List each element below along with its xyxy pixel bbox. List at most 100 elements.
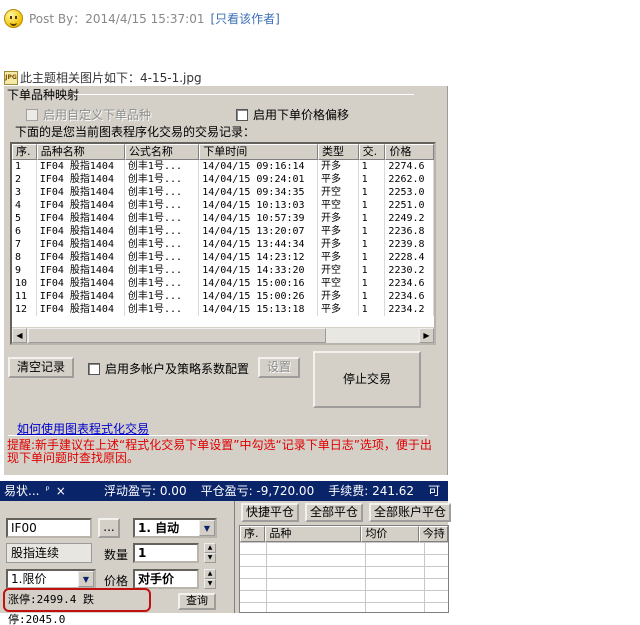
trade-record-cell: 2234.2 — [385, 303, 434, 316]
trade-record-cell: 平空 — [318, 199, 359, 212]
trade-record-row[interactable]: 8 IF04 股指1404 创丰1号... 14/04/15 14:23:12 平多 1 2… — [12, 251, 434, 264]
trade-record-cell: 1 — [359, 186, 386, 199]
price-down-icon[interactable]: ▼ — [204, 579, 216, 589]
trade-record-row[interactable]: 2 IF04 股指1404 创丰1号... 14/04/15 09:24:01 平多 1 2… — [12, 173, 434, 186]
trade-record-cell: 创丰1号... — [125, 303, 200, 316]
trade-record-cell: IF04 股指1404 — [37, 186, 125, 199]
trade-record-cell: 5 — [12, 212, 37, 225]
trade-record-cell: 14/04/15 09:16:14 — [199, 160, 319, 173]
qty-label: 数量 — [104, 548, 129, 562]
price-up-icon[interactable]: ▲ — [204, 569, 216, 579]
price-offset-checkbox-row[interactable]: 启用下单价格偏移 — [236, 106, 349, 123]
positions-column-header[interactable]: 品种 — [265, 526, 362, 542]
positions-column-header[interactable]: 今持 — [418, 526, 448, 542]
column-header[interactable]: 价格 — [385, 144, 434, 160]
trade-record-cell: 2230.2 — [385, 264, 434, 277]
attachment-caption[interactable]: 此主题相关图片如下：4-15-1.jpg — [20, 69, 202, 86]
trade-record-row[interactable]: 5 IF04 股指1404 创丰1号... 14/04/15 10:57:39 开多 1 2… — [12, 212, 434, 225]
trade-record-cell: 2234.6 — [385, 290, 434, 303]
order-type-select[interactable]: 1.限价 ▼ — [6, 569, 96, 589]
help-divider — [8, 435, 428, 436]
multi-account-checkbox-row[interactable]: 启用多帐户及策略系数配置 — [88, 360, 249, 377]
horizontal-scrollbar[interactable]: ◀ ▶ — [12, 327, 434, 343]
close-all-button[interactable]: 全部平仓 — [305, 503, 363, 522]
trade-record-cell: 11 — [12, 290, 37, 303]
column-header[interactable]: 交. — [358, 144, 386, 160]
trade-record-cell: 创丰1号... — [125, 186, 200, 199]
price-input[interactable]: 对手价 — [133, 569, 199, 589]
column-header[interactable]: 下单时间 — [199, 144, 319, 160]
trade-record-cell: 14/04/15 09:24:01 — [199, 173, 319, 186]
trade-record-row[interactable]: 3 IF04 股指1404 创丰1号... 14/04/15 09:34:35 开空 1 2… — [12, 186, 434, 199]
trade-record-cell: IF04 股指1404 — [37, 238, 125, 251]
trade-record-row[interactable]: 7 IF04 股指1404 创丰1号... 14/04/15 13:44:34 开多 1 2… — [12, 238, 434, 251]
chevron-down-icon[interactable]: ▼ — [199, 520, 215, 536]
trade-record-cell: 开多 — [318, 290, 359, 303]
trade-record-cell: 14/04/15 15:00:16 — [199, 277, 319, 290]
settings-button[interactable]: 设置 — [258, 357, 300, 378]
trade-record-cell: 1 — [359, 212, 386, 225]
column-header[interactable]: 公式名称 — [124, 144, 200, 160]
trade-record-cell: IF04 股指1404 — [37, 264, 125, 277]
browse-symbol-button[interactable]: ... — [98, 518, 120, 538]
trade-record-row[interactable]: 9 IF04 股指1404 创丰1号... 14/04/15 14:33:20 开空 1 2… — [12, 264, 434, 277]
column-header[interactable]: 类型 — [318, 144, 359, 160]
multi-account-checkbox[interactable] — [88, 362, 100, 375]
trade-record-row[interactable]: 4 IF04 股指1404 创丰1号... 14/04/15 10:13:03 平空 1 2… — [12, 199, 434, 212]
column-header[interactable]: 品种名称 — [36, 144, 125, 160]
trade-record-cell: 14/04/15 13:20:07 — [199, 225, 319, 238]
scroll-left-icon[interactable]: ◀ — [12, 328, 27, 343]
trade-record-cell: 创丰1号... — [125, 173, 200, 186]
chevron-down-icon[interactable]: ▼ — [78, 571, 94, 587]
trade-record-cell: IF04 股指1404 — [37, 251, 125, 264]
trade-record-row[interactable]: 11 IF04 股指1404 创丰1号... 14/04/15 15:00:26 开多 1… — [12, 290, 434, 303]
qty-input[interactable]: 1 — [133, 543, 199, 563]
pin-icon[interactable]: ᵖ — [45, 481, 49, 501]
trade-records-caption: 下面的是您当前图表程序化交易的交易记录： — [15, 125, 256, 139]
trade-record-row[interactable]: 10 IF04 股指1404 创丰1号... 14/04/15 15:00:16 平空 1… — [12, 277, 434, 290]
trade-record-cell: 创丰1号... — [125, 225, 200, 238]
quick-close-button[interactable]: 快捷平仓 — [241, 503, 299, 522]
floating-pnl: 浮动盈亏: 0.00 — [104, 484, 187, 498]
scroll-right-icon[interactable]: ▶ — [419, 328, 434, 343]
custom-symbol-label: 启用自定义下单品种 — [43, 108, 152, 122]
trade-panel: 易状... ᵖ × 浮动盈亏: 0.00 平仓盈亏: -9,720.00 手续费… — [0, 481, 451, 625]
trade-record-cell: 1 — [359, 238, 386, 251]
clear-records-button[interactable]: 清空记录 — [8, 357, 74, 378]
positions-column-header[interactable]: 序. — [240, 526, 266, 542]
positions-grid[interactable]: 序. 品种 均价 今持 — [239, 525, 449, 613]
trade-record-row[interactable]: 6 IF04 股指1404 创丰1号... 14/04/15 13:20:07 平多 1 2… — [12, 225, 434, 238]
account-status-bar: 易状... ᵖ × 浮动盈亏: 0.00 平仓盈亏: -9,720.00 手续费… — [0, 481, 448, 501]
trade-record-cell: 1 — [359, 251, 386, 264]
close-icon[interactable]: × — [56, 481, 66, 501]
positions-column-header[interactable]: 均价 — [361, 526, 419, 542]
trade-record-cell: 6 — [12, 225, 37, 238]
multi-account-label: 启用多帐户及策略系数配置 — [105, 362, 250, 376]
query-button[interactable]: 查询 — [178, 593, 216, 610]
trade-record-cell: 平多 — [318, 225, 359, 238]
scroll-thumb[interactable] — [28, 328, 326, 343]
stop-trading-button[interactable]: 停止交易 — [313, 351, 421, 408]
pnl-stats: 浮动盈亏: 0.00 平仓盈亏: -9,720.00 手续费: 241.62 可 — [96, 481, 441, 501]
trade-record-cell: 10 — [12, 277, 37, 290]
price-offset-checkbox[interactable] — [236, 108, 248, 121]
trade-record-cell: 1 — [359, 290, 386, 303]
trade-record-cell: 8 — [12, 251, 37, 264]
trade-record-cell: 1 — [359, 277, 386, 290]
close-all-accounts-button[interactable]: 全部账户平仓 — [369, 503, 451, 522]
column-header[interactable]: 序. — [12, 144, 37, 160]
trade-record-cell: 平多 — [318, 173, 359, 186]
mode-select[interactable]: 1. 自动 ▼ — [133, 518, 217, 538]
trade-records-list[interactable]: 序. 品种名称 公式名称 下单时间 类型 交. 价格 1 IF04 股指1404 创丰1号...… — [10, 142, 436, 345]
trade-record-cell: IF04 股指1404 — [37, 173, 125, 186]
trade-record-cell: 14/04/15 14:23:12 — [199, 251, 319, 264]
attachment-line: JPG 此主题相关图片如下：4-15-1.jpg — [4, 69, 202, 86]
symbol-mapping-group-title: 下单品种映射 — [7, 88, 80, 102]
view-author-only-link[interactable]: [只看该作者] — [211, 10, 280, 27]
trade-record-row[interactable]: 1 IF04 股指1404 创丰1号... 14/04/15 09:16:14 开多 1 2… — [12, 160, 434, 173]
qty-down-icon[interactable]: ▼ — [204, 553, 216, 563]
qty-up-icon[interactable]: ▲ — [204, 543, 216, 553]
symbol-input[interactable]: IF00 — [6, 518, 92, 538]
trade-record-row[interactable]: 12 IF04 股指1404 创丰1号... 14/04/15 15:13:18 平多 1… — [12, 303, 434, 316]
order-type-value: 1.限价 — [11, 572, 47, 586]
